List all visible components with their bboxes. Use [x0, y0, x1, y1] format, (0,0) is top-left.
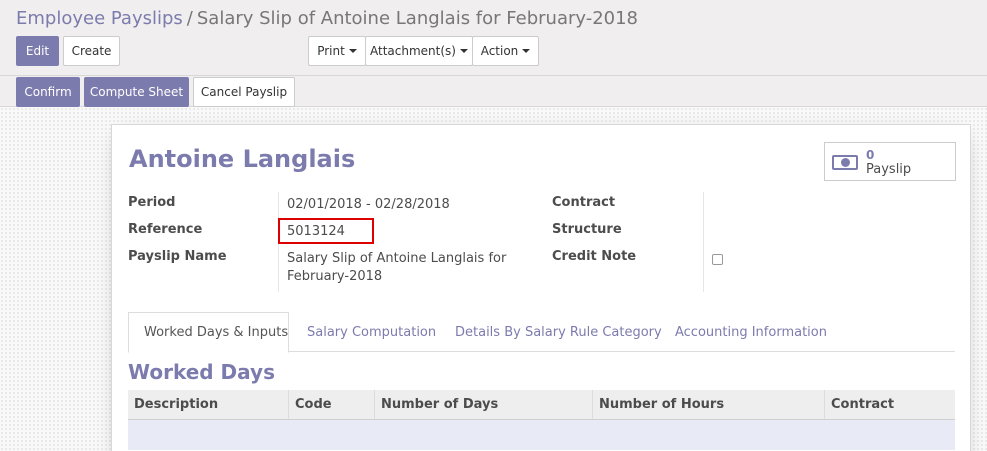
tab-worked-days-inputs[interactable]: Worked Days & Inputs	[128, 312, 289, 353]
notebook-tabs: Worked Days & Inputs Salary Computation …	[128, 312, 955, 353]
print-dropdown[interactable]: Print	[308, 36, 366, 66]
period-label: Period	[128, 195, 176, 210]
column-header[interactable]: Number of Hours	[592, 390, 824, 419]
print-label: Print	[317, 44, 345, 58]
tab-accounting-information[interactable]: Accounting Information	[660, 312, 842, 352]
table-row[interactable]	[128, 420, 955, 450]
action-dropdown[interactable]: Action	[472, 36, 539, 66]
cancel-payslip-button[interactable]: Cancel Payslip	[193, 77, 295, 107]
compute-sheet-button[interactable]: Compute Sheet	[84, 77, 189, 107]
column-header[interactable]: Contract	[824, 390, 955, 419]
payslip-label: Payslip	[866, 162, 912, 177]
payslip-count: 0	[866, 148, 875, 162]
caret-down-icon	[522, 49, 531, 53]
field-divider	[703, 192, 704, 292]
tab-salary-computation[interactable]: Salary Computation	[292, 312, 451, 352]
column-header[interactable]: Code	[288, 390, 374, 419]
breadcrumb: Employee Payslips / Salary Slip of Antoine…	[16, 8, 638, 29]
worked-days-table-header: Description Code Number of Days Number o…	[128, 390, 955, 420]
tab-details-by-rule-category[interactable]: Details By Salary Rule Category	[440, 312, 677, 352]
contract-label: Contract	[552, 195, 616, 210]
worked-days-title: Worked Days	[128, 360, 275, 384]
column-header[interactable]: Description	[128, 390, 288, 419]
breadcrumb-parent-link[interactable]: Employee Payslips	[16, 8, 183, 29]
breadcrumb-separator: /	[186, 8, 193, 29]
confirm-button[interactable]: Confirm	[16, 77, 80, 107]
structure-label: Structure	[552, 222, 622, 237]
column-header[interactable]: Number of Days	[374, 390, 592, 419]
payslip-smart-button[interactable]: 0 Payslip	[824, 142, 956, 181]
create-button[interactable]: Create	[63, 36, 120, 66]
credit-note-label: Credit Note	[552, 249, 637, 264]
highlight-box	[278, 218, 374, 244]
action-label: Action	[480, 44, 519, 58]
attachments-dropdown[interactable]: Attachment(s)	[365, 36, 473, 66]
edit-button[interactable]: Edit	[16, 36, 59, 66]
period-value: 02/01/2018 - 02/28/2018	[287, 197, 450, 212]
statusbar: Confirm Compute Sheet Cancel Payslip	[0, 76, 987, 107]
credit-note-checkbox[interactable]	[712, 254, 723, 265]
caret-down-icon	[459, 49, 468, 53]
caret-down-icon	[348, 49, 357, 53]
payslip-name-line-2: February-2018	[287, 269, 383, 284]
breadcrumb-current: Salary Slip of Antoine Langlais for Febr…	[196, 8, 639, 29]
payslip-name-label: Payslip Name	[128, 249, 227, 264]
attachments-label: Attachment(s)	[370, 44, 456, 58]
control-panel: Employee Payslips / Salary Slip of Antoine…	[0, 0, 987, 76]
form-sheet: Antoine Langlais 0 Payslip Period 02/01/…	[111, 124, 971, 451]
payslip-name-line-1: Salary Slip of Antoine Langlais for	[287, 251, 507, 266]
employee-name: Antoine Langlais	[129, 145, 356, 173]
money-icon	[832, 155, 858, 170]
reference-label: Reference	[128, 222, 203, 237]
